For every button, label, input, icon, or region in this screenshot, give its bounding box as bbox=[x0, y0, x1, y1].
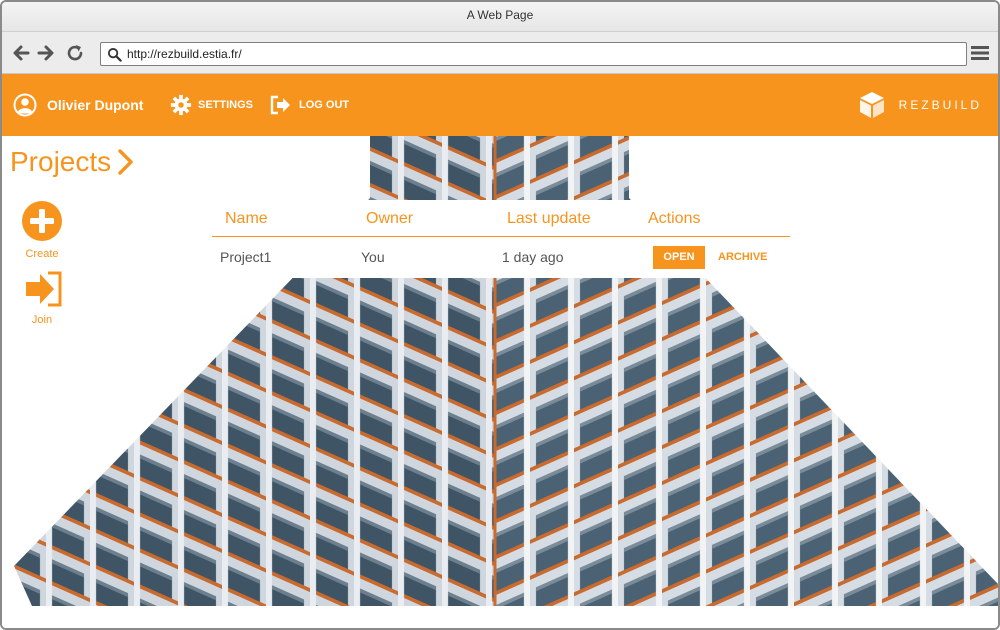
settings-link[interactable]: SETTINGS bbox=[170, 74, 253, 136]
join-label: Join bbox=[31, 314, 53, 326]
window-title: A Web Page bbox=[2, 2, 998, 32]
brand-name: REZBUILD bbox=[898, 98, 982, 112]
address-bar[interactable]: http://rezbuild.estia.fr/ bbox=[100, 42, 967, 66]
column-header-name: Name bbox=[225, 210, 268, 227]
gear-icon bbox=[170, 94, 192, 116]
page-title: Projects bbox=[10, 146, 135, 178]
create-label: Create bbox=[25, 248, 59, 260]
column-header-last-update: Last update bbox=[507, 210, 591, 227]
logout-label: LOG OUT bbox=[299, 99, 350, 111]
hamburger-menu-icon[interactable] bbox=[970, 44, 990, 62]
chevron-right-icon bbox=[118, 149, 133, 175]
project-owner: You bbox=[361, 249, 385, 265]
search-icon bbox=[107, 47, 122, 62]
settings-label: SETTINGS bbox=[198, 99, 254, 111]
table-header: Name Owner Last update Actions bbox=[212, 200, 790, 237]
browser-toolbar: http://rezbuild.estia.fr/ bbox=[2, 32, 998, 74]
brand-logo[interactable]: REZBUILD bbox=[857, 74, 982, 136]
column-header-actions: Actions bbox=[648, 210, 701, 227]
join-project-button[interactable]: Join bbox=[16, 270, 68, 326]
main-content: Projects Create Join Name Owner Last upd… bbox=[2, 136, 998, 628]
join-icon bbox=[26, 271, 62, 307]
projects-table: Name Owner Last update Actions Project1 … bbox=[212, 200, 792, 278]
create-project-button[interactable]: Create bbox=[16, 200, 68, 260]
rezbuild-logo-icon bbox=[859, 92, 884, 118]
url-text: http://rezbuild.estia.fr/ bbox=[127, 47, 242, 61]
open-button[interactable]: OPEN bbox=[653, 246, 705, 269]
user-icon bbox=[13, 93, 37, 117]
logout-icon bbox=[270, 95, 290, 115]
logout-link[interactable]: LOG OUT bbox=[269, 74, 349, 136]
plus-circle-icon bbox=[22, 201, 62, 241]
user-menu[interactable]: Olivier Dupont bbox=[13, 74, 143, 136]
back-arrow-icon[interactable] bbox=[10, 42, 32, 64]
user-name: Olivier Dupont bbox=[47, 97, 144, 113]
archive-button[interactable]: ARCHIVE bbox=[718, 246, 768, 269]
page-title-text: Projects bbox=[10, 146, 112, 177]
forward-arrow-icon[interactable] bbox=[35, 42, 57, 64]
app-header: Olivier Dupont SETTINGS LOG OUT REZBUILD bbox=[2, 74, 998, 136]
column-header-owner: Owner bbox=[366, 210, 414, 227]
browser-window: A Web Page http://rezbuild.estia.fr/ Oli… bbox=[0, 0, 1000, 630]
project-last-update: 1 day ago bbox=[502, 249, 564, 265]
reload-icon[interactable] bbox=[64, 42, 86, 64]
project-name[interactable]: Project1 bbox=[220, 249, 271, 265]
